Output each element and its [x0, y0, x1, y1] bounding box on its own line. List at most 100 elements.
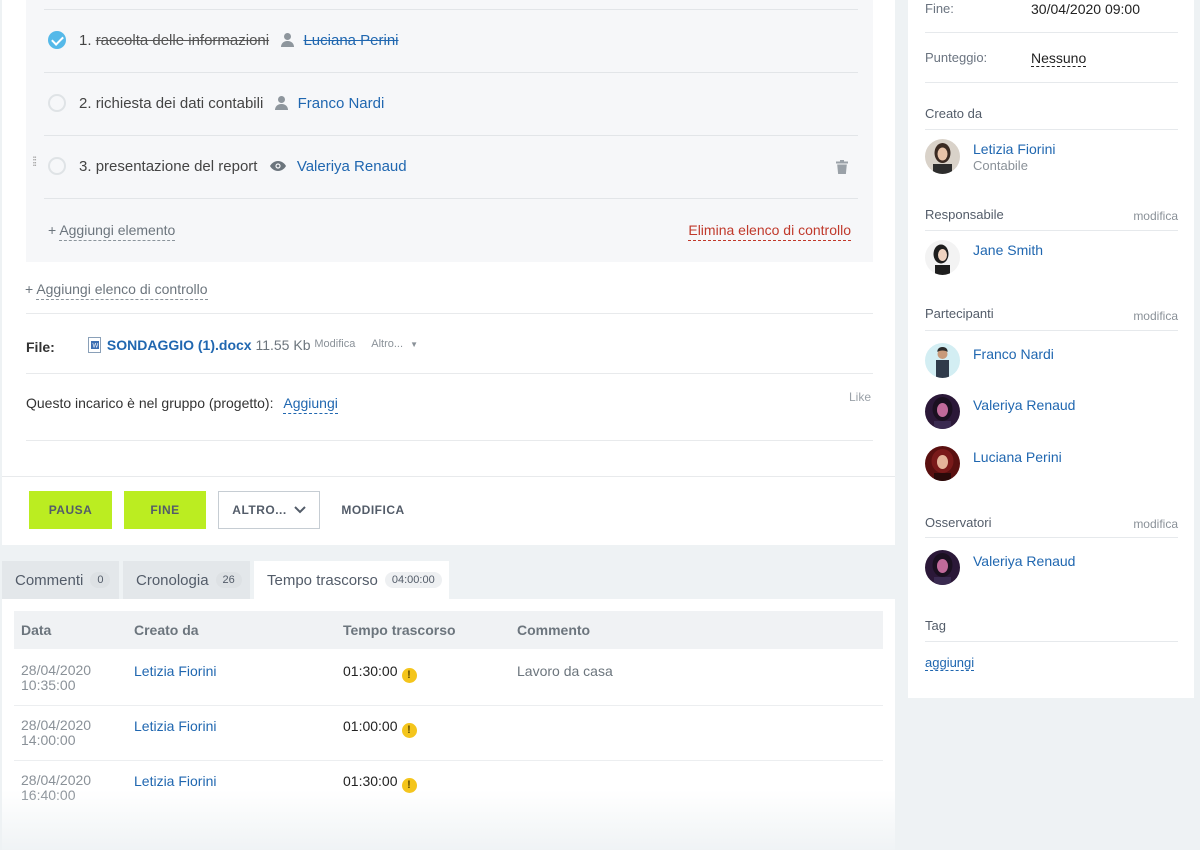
- divider: [925, 32, 1178, 33]
- warning-icon: !: [401, 723, 417, 738]
- creator-name-link[interactable]: Letizia Fiorini: [973, 141, 1055, 157]
- user-icon: [275, 96, 289, 110]
- edit-task-button[interactable]: MODIFICA: [332, 491, 414, 529]
- item-text: raccolta delle informazioni: [95, 32, 270, 49]
- more-actions-button[interactable]: ALTRO...: [218, 491, 320, 529]
- section-title: Responsabile: [925, 207, 1004, 222]
- table-row: 28/04/2020 10:35:00 Letizia Fiorini 01:3…: [14, 650, 883, 706]
- divider: [26, 373, 873, 374]
- time-badge: 04:00:00: [384, 572, 442, 588]
- avatar[interactable]: [925, 240, 960, 275]
- author-link[interactable]: Letizia Fiorini: [134, 773, 216, 789]
- entry-date: 28/04/2020: [21, 717, 92, 733]
- delete-checklist-link[interactable]: Elimina elenco di controllo: [688, 222, 851, 241]
- drag-handle-icon[interactable]: ⁞⁞: [32, 155, 40, 168]
- checkbox[interactable]: [48, 157, 66, 175]
- divider: [925, 330, 1178, 331]
- task-card: 1. raccolta delle informazioni Luciana P…: [2, 0, 895, 545]
- warning-icon: !: [401, 668, 417, 683]
- checklist-item: ⁞⁞ 3. presentazione del report Valeriya …: [32, 135, 858, 198]
- pause-button[interactable]: PAUSA: [29, 491, 112, 529]
- task-sidebar: Fine: 30/04/2020 09:00 Punteggio: Nessun…: [908, 0, 1194, 698]
- trash-icon[interactable]: [836, 160, 848, 174]
- finish-button[interactable]: FINE: [124, 491, 206, 529]
- column-header[interactable]: Commento: [517, 622, 590, 638]
- checklist-item: 2. richiesta dei dati contabili Franco N…: [44, 72, 858, 135]
- count-badge: 0: [90, 572, 111, 588]
- time-spent: 01:00:00: [343, 718, 398, 734]
- entry-date: 28/04/2020: [21, 772, 92, 788]
- edit-participants-link[interactable]: modifica: [1133, 309, 1178, 323]
- tab-history[interactable]: Cronologia 26: [123, 561, 250, 599]
- file-edit-link[interactable]: Modifica: [314, 338, 355, 350]
- avatar[interactable]: [925, 446, 960, 481]
- chevron-down-icon: [294, 506, 306, 514]
- entry-time: 14:00:00: [21, 732, 76, 748]
- divider: [26, 440, 873, 441]
- participant-name-link[interactable]: Valeriya Renaud: [973, 397, 1075, 413]
- eye-icon: [269, 161, 286, 171]
- checklist: 1. raccolta delle informazioni Luciana P…: [26, 0, 873, 262]
- section-title: Osservatori: [925, 515, 992, 530]
- entry-time: 16:40:00: [21, 787, 76, 803]
- file-size: 11.55 Kb: [255, 337, 311, 353]
- section-title: Partecipanti: [925, 306, 994, 321]
- divider: [2, 476, 895, 477]
- author-link[interactable]: Letizia Fiorini: [134, 718, 216, 734]
- item-number: 3.: [79, 158, 92, 175]
- table-row: 28/04/2020 14:00:00 Letizia Fiorini 01:0…: [14, 705, 883, 761]
- column-header[interactable]: Creato da: [134, 622, 199, 638]
- column-header[interactable]: Tempo trascorso: [343, 622, 456, 638]
- author-link[interactable]: Letizia Fiorini: [134, 663, 216, 679]
- participant-name-link[interactable]: Franco Nardi: [973, 346, 1054, 362]
- document-icon: W: [88, 337, 101, 353]
- table-row: 28/04/2020 16:40:00 Letizia Fiorini 01:3…: [14, 760, 883, 815]
- checkbox[interactable]: [48, 94, 66, 112]
- add-tag-link[interactable]: aggiungi: [925, 655, 975, 671]
- avatar[interactable]: [925, 394, 960, 429]
- item-number: 2.: [79, 95, 92, 112]
- divider: [925, 129, 1178, 130]
- edit-observers-link[interactable]: modifica: [1133, 517, 1178, 531]
- responsible-name-link[interactable]: Jane Smith: [973, 242, 1043, 258]
- like-link[interactable]: Like: [849, 390, 871, 404]
- file-label: File:: [26, 339, 55, 355]
- caret-down-icon: ▼: [410, 340, 419, 349]
- section-title: Creato da: [925, 106, 983, 121]
- end-date: 30/04/2020 09:00: [1031, 1, 1140, 17]
- avatar[interactable]: [925, 139, 960, 174]
- item-assignee[interactable]: Franco Nardi: [298, 95, 385, 112]
- entry-comment: Lavoro da casa: [517, 663, 613, 679]
- column-header[interactable]: Data: [21, 622, 51, 638]
- observer-name-link[interactable]: Valeriya Renaud: [973, 553, 1075, 569]
- file-name-link[interactable]: SONDAGGIO (1).docx: [107, 337, 252, 353]
- item-number: 1.: [79, 32, 92, 49]
- avatar[interactable]: [925, 343, 960, 378]
- participant-name-link[interactable]: Luciana Perini: [973, 449, 1062, 465]
- add-checklist-link[interactable]: + Aggiungi elenco di controllo: [25, 281, 208, 300]
- table-header: Data Creato da Tempo trascorso Commento: [14, 611, 883, 649]
- user-icon: [281, 33, 295, 47]
- divider: [925, 537, 1178, 538]
- tab-comments[interactable]: Commenti 0: [2, 561, 119, 599]
- end-label: Fine:: [925, 1, 954, 16]
- checklist-item: 1. raccolta delle informazioni Luciana P…: [44, 9, 858, 72]
- item-text: richiesta dei dati contabili: [95, 95, 264, 112]
- group-row: Questo incarico è nel gruppo (progetto):…: [26, 395, 338, 414]
- file-more-menu[interactable]: Altro... ▼: [371, 338, 418, 350]
- edit-responsible-link[interactable]: modifica: [1133, 209, 1178, 223]
- section-title: Tag: [925, 618, 946, 633]
- item-assignee[interactable]: Valeriya Renaud: [297, 158, 407, 175]
- entry-time: 10:35:00: [21, 677, 76, 693]
- divider: [925, 230, 1178, 231]
- checkbox-checked[interactable]: [48, 31, 66, 49]
- score-select[interactable]: Nessuno: [1031, 50, 1087, 67]
- item-assignee[interactable]: Luciana Perini: [303, 32, 398, 49]
- group-add-link[interactable]: Aggiungi: [283, 395, 338, 414]
- tab-time-spent[interactable]: Tempo trascorso 04:00:00: [254, 561, 449, 599]
- divider: [925, 641, 1178, 642]
- add-item-link[interactable]: + Aggiungi elemento: [48, 222, 176, 241]
- avatar[interactable]: [925, 550, 960, 585]
- time-table: Data Creato da Tempo trascorso Commento …: [2, 599, 895, 850]
- entry-date: 28/04/2020: [21, 662, 92, 678]
